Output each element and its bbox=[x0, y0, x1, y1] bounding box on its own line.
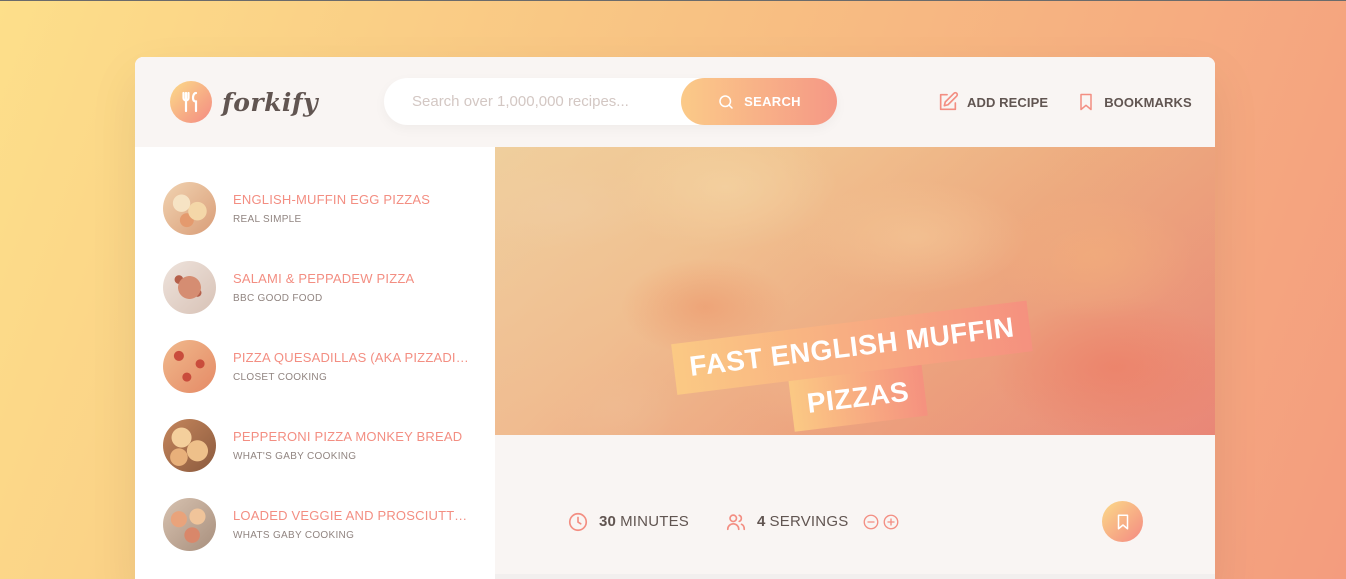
recipe-servings: 4 SERVINGS bbox=[725, 499, 900, 544]
bookmarks-button[interactable]: BOOKMARKS bbox=[1076, 91, 1192, 113]
result-title: LOADED VEGGIE AND PROSCIUTTO PIZZA bbox=[233, 508, 473, 523]
increase-servings-icon[interactable] bbox=[882, 513, 900, 531]
add-recipe-label: ADD RECIPE bbox=[967, 94, 1049, 110]
servings-controls bbox=[862, 513, 900, 531]
search-results: ENGLISH-MUFFIN EGG PIZZAS REAL SIMPLE SA… bbox=[135, 147, 495, 579]
result-title: PEPPERONI PIZZA MONKEY BREAD bbox=[233, 429, 463, 444]
bookmark-icon bbox=[1076, 91, 1096, 113]
result-publisher: REAL SIMPLE bbox=[233, 214, 302, 225]
result-thumbnail bbox=[163, 419, 216, 472]
search-icon bbox=[717, 93, 735, 111]
add-recipe-button[interactable]: ADD RECIPE bbox=[937, 91, 1048, 113]
app-name: forkify bbox=[222, 87, 319, 117]
result-publisher: WHAT'S GABY COOKING bbox=[233, 451, 357, 462]
clock-icon bbox=[567, 511, 589, 533]
result-thumbnail bbox=[163, 182, 216, 235]
servings-label: SERVINGS bbox=[769, 513, 849, 530]
result-title: ENGLISH-MUFFIN EGG PIZZAS bbox=[233, 192, 431, 207]
result-item[interactable]: PIZZA QUESADILLAS (AKA PIZZADILLAS) CLOS… bbox=[135, 327, 495, 406]
search-input[interactable] bbox=[384, 78, 684, 125]
recipe-view: FAST ENGLISH MUFFIN PIZZAS 30 MINUTES 4 … bbox=[495, 147, 1215, 579]
minutes-value: 30 bbox=[599, 513, 617, 530]
result-thumbnail bbox=[163, 261, 216, 314]
result-title: SALAMI & PEPPADEW PIZZA bbox=[233, 271, 415, 286]
result-publisher: BBC GOOD FOOD bbox=[233, 293, 323, 304]
result-title: PIZZA QUESADILLAS (AKA PIZZADILLAS) bbox=[233, 350, 473, 365]
decrease-servings-icon[interactable] bbox=[862, 513, 880, 531]
bookmark-icon bbox=[1114, 512, 1132, 532]
minutes-label: MINUTES bbox=[620, 513, 689, 530]
search-button[interactable]: SEARCH bbox=[681, 78, 837, 125]
result-publisher: WHATS GABY COOKING bbox=[233, 530, 355, 541]
result-item[interactable]: LOADED VEGGIE AND PROSCIUTTO PIZZA WHATS… bbox=[135, 485, 495, 564]
result-publisher: CLOSET COOKING bbox=[233, 372, 328, 383]
result-item[interactable]: SALAMI & PEPPADEW PIZZA BBC GOOD FOOD bbox=[135, 248, 495, 327]
result-thumbnail bbox=[163, 498, 216, 551]
edit-icon bbox=[937, 91, 959, 113]
search-form: SEARCH bbox=[384, 78, 837, 125]
users-icon bbox=[725, 511, 747, 533]
header: forkify SEARCH ADD RECIPE bbox=[135, 57, 1215, 147]
logo[interactable]: forkify bbox=[170, 81, 318, 123]
recipe-duration: 30 MINUTES bbox=[567, 499, 689, 544]
fork-knife-icon bbox=[170, 81, 212, 123]
nav: ADD RECIPE BOOKMARKS bbox=[937, 57, 1192, 147]
servings-value: 4 bbox=[757, 513, 766, 530]
bookmarks-label: BOOKMARKS bbox=[1104, 94, 1192, 110]
ingredients-section-edge bbox=[495, 574, 1215, 579]
result-item[interactable]: PEPPERONI PIZZA MONKEY BREAD WHAT'S GABY… bbox=[135, 406, 495, 485]
search-button-label: SEARCH bbox=[744, 94, 801, 109]
bookmark-recipe-button[interactable] bbox=[1102, 501, 1143, 542]
result-thumbnail bbox=[163, 340, 216, 393]
result-item[interactable]: ENGLISH-MUFFIN EGG PIZZAS REAL SIMPLE bbox=[135, 169, 495, 248]
app-container: forkify SEARCH ADD RECIPE bbox=[135, 57, 1215, 579]
